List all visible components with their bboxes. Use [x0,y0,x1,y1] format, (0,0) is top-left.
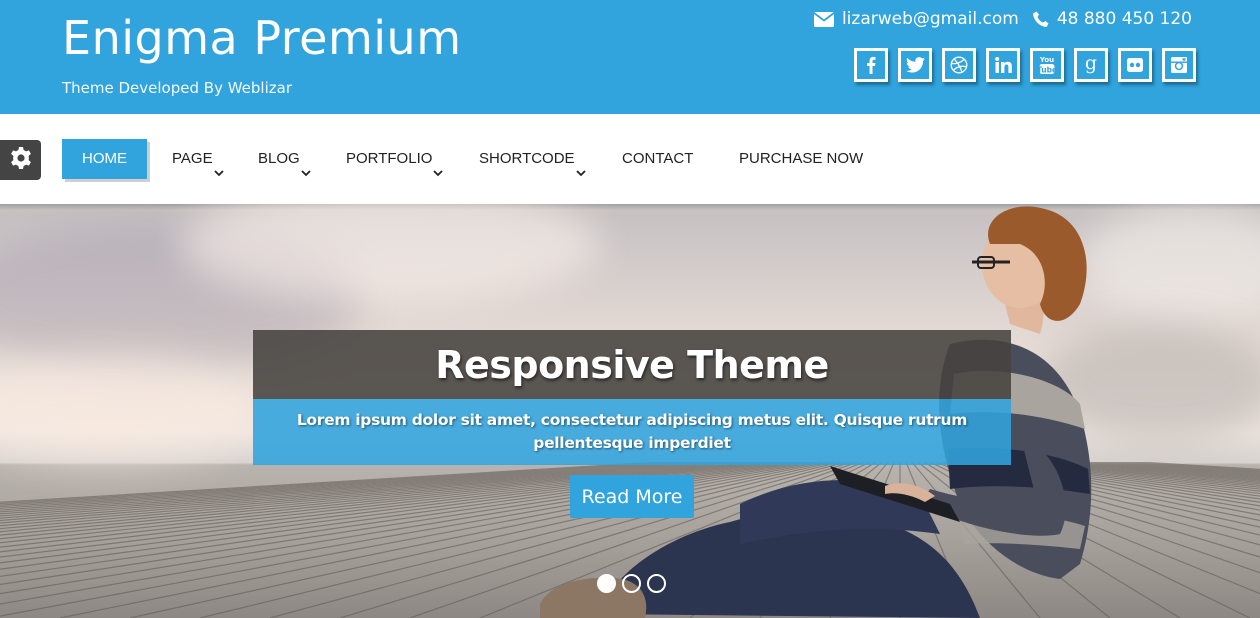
nav-item-home[interactable]: HOME [62,139,147,179]
twitter-icon [905,57,925,73]
chevron-down-icon [575,153,586,193]
nav-item-shortcode[interactable]: SHORTCODE [479,139,586,179]
slider-dot-3[interactable] [647,574,666,593]
nav-item-label: CONTACT [622,150,694,167]
social-google-plus-button[interactable]: g [1074,48,1108,82]
linkedin-icon [994,57,1012,73]
social-instagram-button[interactable] [1162,48,1196,82]
social-dribbble-button[interactable] [942,48,976,82]
instagram-icon [1171,57,1187,73]
chevron-down-icon [433,153,444,193]
read-more-button[interactable]: Read More [570,475,694,518]
chevron-down-icon [301,153,311,193]
gear-icon [9,146,33,175]
slide-caption: Responsive Theme Lorem ipsum dolor sit a… [253,330,1011,465]
nav-item-purchase-now[interactable]: PURCHASE NOW [739,139,863,179]
site-title[interactable]: Enigma Premium [62,8,462,68]
contact-email[interactable]: lizarweb@gmail.com [813,9,1019,29]
main-navigation: HOME PAGE BLOG PORTFOLIO SHORTCODE CONTA… [0,114,1260,204]
nav-item-portfolio[interactable]: PORTFOLIO [346,139,444,179]
slide-description-box: Lorem ipsum dolor sit amet, consectetur … [253,399,1011,465]
nav-item-label: PURCHASE NOW [739,150,864,167]
chevron-down-icon [213,153,224,193]
facebook-icon [866,56,876,74]
svg-text:Tube: Tube [1039,66,1055,75]
svg-text:g: g [1085,54,1097,74]
slider-pagination [597,574,666,593]
social-linkedin-button[interactable] [986,48,1020,82]
google-plus-icon: g [1084,54,1098,76]
dribbble-icon [950,56,968,74]
social-links: You Tube g [854,48,1196,82]
nav-item-page[interactable]: PAGE [172,139,224,179]
phone-icon [1032,11,1049,28]
contact-email-text: lizarweb@gmail.com [841,9,1019,29]
settings-toggle-button[interactable] [0,140,41,180]
site-header: Enigma Premium Theme Developed By Webliz… [0,0,1260,114]
social-youtube-button[interactable]: You Tube [1030,48,1064,82]
nav-item-contact[interactable]: CONTACT [622,139,693,179]
nav-item-label: SHORTCODE [479,150,575,167]
site-tagline: Theme Developed By Weblizar [62,79,292,97]
envelope-icon [813,11,834,27]
contact-phone[interactable]: 48 880 450 120 [1032,9,1192,29]
nav-item-label: BLOG [258,150,300,167]
hero-slider: Responsive Theme Lorem ipsum dolor sit a… [0,204,1260,618]
nav-item-blog[interactable]: BLOG [258,139,311,179]
svg-text:You: You [1039,56,1054,64]
flickr-icon [1127,58,1143,72]
slide-title: Responsive Theme [435,342,829,387]
slider-dot-2[interactable] [622,574,641,593]
social-flickr-button[interactable] [1118,48,1152,82]
youtube-icon: You Tube [1039,55,1055,75]
nav-item-label: PORTFOLIO [346,150,433,167]
slide-title-box: Responsive Theme [253,330,1011,399]
nav-item-label: HOME [82,150,127,167]
slider-dot-1[interactable] [597,574,616,593]
cloud-shape [0,354,260,464]
nav-item-label: PAGE [172,150,213,167]
contact-phone-text: 48 880 450 120 [1056,9,1192,29]
social-twitter-button[interactable] [898,48,932,82]
slide-description: Lorem ipsum dolor sit amet, consectetur … [296,411,968,452]
social-facebook-button[interactable] [854,48,888,82]
contact-info: lizarweb@gmail.com 48 880 450 120 [813,7,1192,31]
